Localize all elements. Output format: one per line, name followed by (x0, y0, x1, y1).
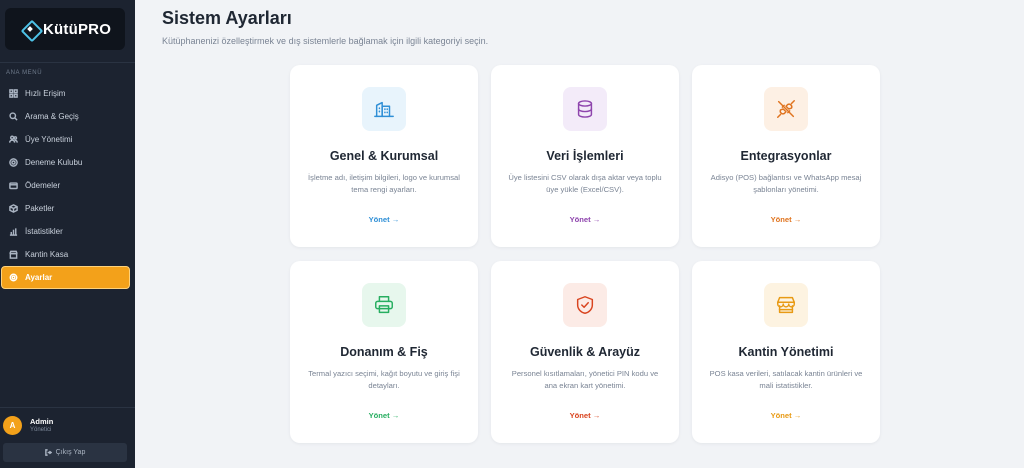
card-description: Adisyo (POS) bağlantısı ve WhatsApp mesa… (710, 173, 862, 194)
user-role: Yönetici (30, 427, 52, 433)
logo-text: KütüPRO (43, 20, 112, 38)
sidebar-divider (0, 62, 135, 63)
sidebar-menu: Hızlı Erişim Arama & Geçiş Üye Yönetimi … (0, 82, 135, 289)
card-icon-box (563, 283, 607, 327)
search-icon (8, 112, 18, 122)
grid-icon (8, 89, 18, 99)
database-icon (577, 100, 593, 118)
card-description: POS kasa verileri, satılacak kantin ürün… (709, 369, 863, 390)
settings-card-donanim[interactable]: Donanım & Fiş Termal yazıcı seçimi, kağı… (290, 261, 478, 443)
chart-icon (8, 227, 18, 237)
manage-link[interactable]: Yönet → (290, 411, 478, 420)
plug-icon (777, 100, 795, 118)
sidebar-item-uye-yonetimi[interactable]: Üye Yönetimi (0, 128, 135, 151)
card-title: Veri İşlemleri (546, 149, 624, 163)
card-title: Güvenlik & Arayüz (530, 345, 640, 359)
logout-button[interactable]: Çıkış Yap (3, 443, 127, 462)
card-description: İşletme adı, iletişim bilgileri, logo ve… (308, 173, 460, 194)
sidebar-item-deneme-kulubu[interactable]: Deneme Kulubu (0, 151, 135, 174)
printer-icon (375, 296, 393, 314)
sidebar-item-label: İstatistikler (25, 227, 63, 236)
user-name: Admin (30, 417, 54, 426)
manage-link[interactable]: Yönet → (692, 215, 880, 224)
sidebar-item-kantin-kasa[interactable]: Kantin Kasa (0, 243, 135, 266)
sidebar-item-odemeler[interactable]: Ödemeler (0, 174, 135, 197)
sidebar-item-label: Deneme Kulubu (25, 158, 83, 167)
manage-link[interactable]: Yönet → (290, 215, 478, 224)
building-icon (374, 101, 394, 118)
logout-label: Çıkış Yap (55, 449, 86, 456)
card-icon-box (362, 87, 406, 131)
card-title: Genel & Kurumsal (329, 149, 439, 163)
store-icon (8, 250, 18, 260)
sidebar-bottom-divider (0, 407, 135, 408)
card-description: Personel kısıtlamaları, yönetici PIN kod… (511, 369, 659, 390)
sidebar-item-hizli-erisim[interactable]: Hızlı Erişim (0, 82, 135, 105)
manage-link[interactable]: Yönet → (491, 411, 679, 420)
user-profile[interactable]: A Admin Yönetici (3, 416, 53, 435)
settings-card-genel[interactable]: Genel & Kurumsal İşletme adı, iletişim b… (290, 65, 478, 247)
sidebar-item-label: Üye Yönetimi (25, 135, 73, 144)
card-description: Üye listesini CSV olarak dışa aktar veya… (508, 173, 662, 194)
gear-icon (8, 273, 18, 283)
logout-icon (44, 449, 52, 456)
manage-link[interactable]: Yönet → (491, 215, 679, 224)
logo-diamond-icon (21, 20, 39, 38)
sidebar-item-label: Kantin Kasa (25, 250, 69, 259)
page-title: Sistem Ayarları (162, 8, 292, 28)
sidebar-item-label: Ayarlar (25, 273, 53, 282)
card-icon-box (764, 87, 808, 131)
sidebar: KütüPRO ANA MENÜ Hızlı Erişim Arama & Ge… (0, 0, 135, 468)
page-subtitle: Kütüphanenizi özelleştirmek ve dış siste… (162, 36, 489, 46)
manage-link[interactable]: Yönet → (692, 411, 880, 420)
settings-card-entegrasyon[interactable]: Entegrasyonlar Adisyo (POS) bağlantısı v… (692, 65, 880, 247)
sidebar-item-label: Arama & Geçiş (25, 112, 79, 121)
sidebar-item-label: Hızlı Erişim (25, 89, 66, 98)
sidebar-item-label: Paketler (25, 204, 55, 213)
sidebar-item-istatistikler[interactable]: İstatistikler (0, 220, 135, 243)
sidebar-item-label: Ödemeler (25, 181, 61, 190)
users-icon (8, 135, 18, 145)
avatar: A (3, 416, 22, 435)
sidebar-item-paketler[interactable]: Paketler (0, 197, 135, 220)
shield-check-icon (576, 296, 594, 314)
card-icon-box (563, 87, 607, 131)
settings-card-veri[interactable]: Veri İşlemleri Üye listesini CSV olarak … (491, 65, 679, 247)
target-icon (8, 158, 18, 168)
sidebar-item-arama[interactable]: Arama & Geçiş (0, 105, 135, 128)
shop-icon (777, 296, 795, 314)
settings-card-kantin[interactable]: Kantin Yönetimi POS kasa verileri, satıl… (692, 261, 880, 443)
box-icon (8, 204, 18, 214)
wallet-icon (8, 181, 18, 191)
app-logo[interactable]: KütüPRO (5, 8, 125, 50)
card-icon-box (764, 283, 808, 327)
settings-card-guvenlik[interactable]: Güvenlik & Arayüz Personel kısıtlamaları… (491, 261, 679, 443)
card-title: Donanım & Fiş (340, 345, 428, 359)
card-title: Entegrasyonlar (740, 149, 832, 163)
menu-title: ANA MENÜ (6, 70, 43, 76)
card-title: Kantin Yönetimi (738, 345, 834, 359)
card-icon-box (362, 283, 406, 327)
card-description: Termal yazıcı seçimi, kağıt boyutu ve gi… (308, 369, 460, 390)
sidebar-item-ayarlar[interactable]: Ayarlar (1, 266, 130, 289)
